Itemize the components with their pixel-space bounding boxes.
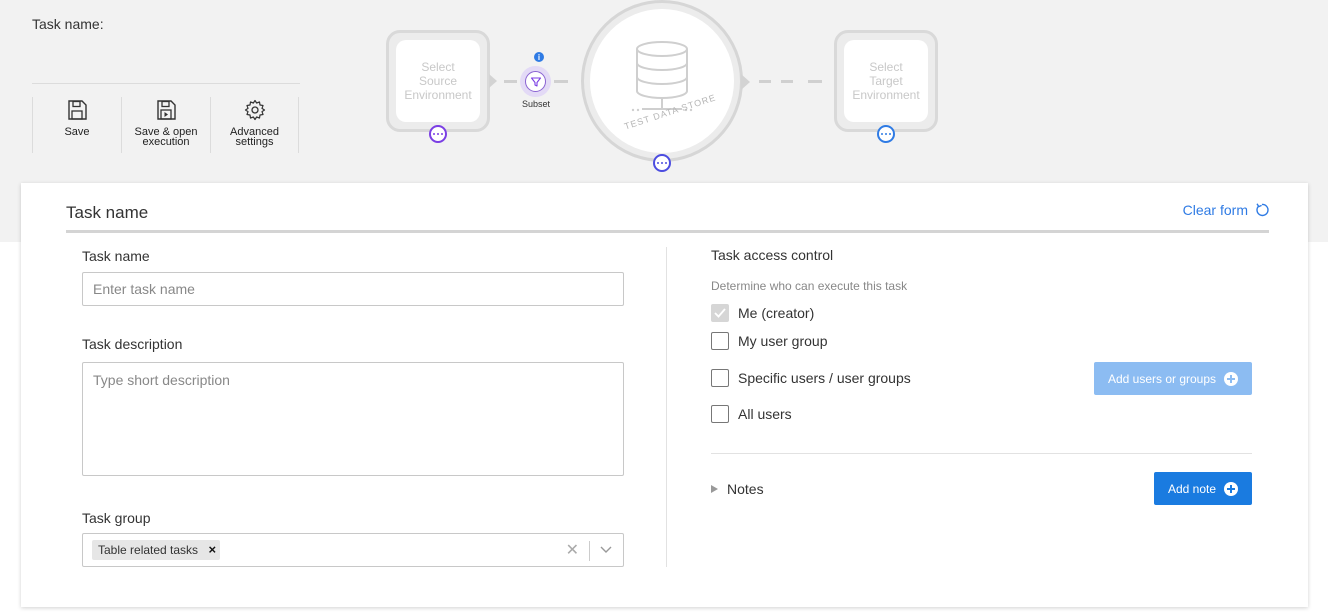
check-icon [714, 308, 726, 318]
caret-right-icon [711, 485, 718, 493]
task-group-label: Task group [82, 510, 151, 526]
advanced-settings-button[interactable]: Advanced settings [210, 97, 299, 153]
column-divider [666, 247, 667, 567]
connector-dash [759, 80, 771, 83]
save-button[interactable]: Save [32, 97, 121, 153]
source-environment-box: Select Source Environment [386, 30, 490, 132]
database-icon [631, 41, 693, 112]
add-users-label: Add users or groups [1107, 371, 1217, 386]
option-my-user-group[interactable]: My user group [711, 332, 827, 350]
plus-circle-icon [1224, 371, 1239, 386]
task-description-label: Task description [82, 336, 183, 352]
gear-icon [244, 99, 265, 121]
source-arrow [489, 74, 497, 88]
checkbox-specific-users[interactable] [711, 369, 729, 387]
store-more-button[interactable] [653, 154, 671, 172]
target-environment-box: Select Target Environment [834, 30, 938, 132]
select-source-environment[interactable]: Select Source Environment [396, 40, 480, 122]
option-label: All users [738, 406, 792, 422]
chevron-down-icon[interactable] [600, 546, 612, 554]
store-arrow [741, 74, 750, 90]
save-open-label: Save & open execution [134, 126, 198, 148]
task-description-input[interactable] [82, 362, 624, 476]
add-note-button[interactable]: Add note [1154, 472, 1252, 505]
save-play-icon [157, 100, 176, 120]
title-divider [66, 230, 1269, 233]
add-users-or-groups-button[interactable]: Add users or groups [1094, 362, 1252, 395]
select-divider [589, 541, 590, 561]
option-label: Me (creator) [738, 305, 815, 321]
connector-dash [781, 80, 793, 83]
save-label: Save [64, 126, 90, 138]
notes-divider [711, 453, 1252, 454]
option-all-users[interactable]: All users [711, 405, 792, 423]
checkbox-my-user-group[interactable] [711, 332, 729, 350]
save-open-execution-button[interactable]: Save & open execution [121, 97, 210, 153]
subset-info-icon[interactable]: i [534, 52, 544, 62]
task-group-chip: Table related tasks × [92, 540, 221, 560]
reset-icon [1256, 203, 1269, 217]
filter-icon [530, 76, 541, 87]
checkbox-me-creator[interactable] [711, 304, 729, 322]
connector-dash [554, 80, 568, 83]
notes-label: Notes [727, 481, 764, 497]
task-group-chip-label: Table related tasks [98, 543, 199, 557]
connector-dash [504, 80, 517, 83]
option-label: Specific users / user groups [738, 370, 911, 386]
option-label: My user group [738, 333, 828, 349]
clear-selection-icon[interactable]: ✕ [566, 540, 579, 560]
option-me-creator[interactable]: Me (creator) [711, 304, 814, 322]
clear-form-label: Clear form [1182, 202, 1248, 218]
task-name-header: Task name: [32, 16, 104, 32]
target-more-button[interactable] [877, 125, 895, 143]
toolbar: Save Save & open execution Advanced sett… [32, 97, 299, 153]
select-target-environment[interactable]: Select Target Environment [844, 40, 928, 122]
task-name-input[interactable] [82, 272, 624, 306]
task-group-select[interactable]: Table related tasks × ✕ [82, 533, 624, 567]
test-data-store [581, 0, 743, 162]
task-form-card: Task name Clear form Task name Task desc… [21, 183, 1308, 607]
access-control-hint: Determine who can execute this task [711, 279, 908, 293]
add-note-label: Add note [1167, 481, 1217, 496]
remove-chip-icon[interactable]: × [208, 540, 216, 560]
toolbar-divider [32, 83, 300, 84]
clear-form-button[interactable]: Clear form [1183, 202, 1270, 218]
subset-label: Subset [521, 99, 551, 109]
connector-dash [808, 80, 822, 83]
form-title: Task name [66, 203, 149, 222]
advanced-settings-label: Advanced settings [230, 126, 279, 148]
save-icon [68, 100, 87, 120]
plus-circle-icon [1224, 481, 1239, 496]
subset-button[interactable] [520, 66, 551, 97]
notes-toggle[interactable]: Notes [711, 481, 764, 497]
task-name-label: Task name [82, 248, 150, 264]
source-more-button[interactable] [429, 125, 447, 143]
access-control-title: Task access control [711, 247, 834, 263]
checkbox-all-users[interactable] [711, 405, 729, 423]
option-specific-users[interactable]: Specific users / user groups [711, 369, 911, 387]
